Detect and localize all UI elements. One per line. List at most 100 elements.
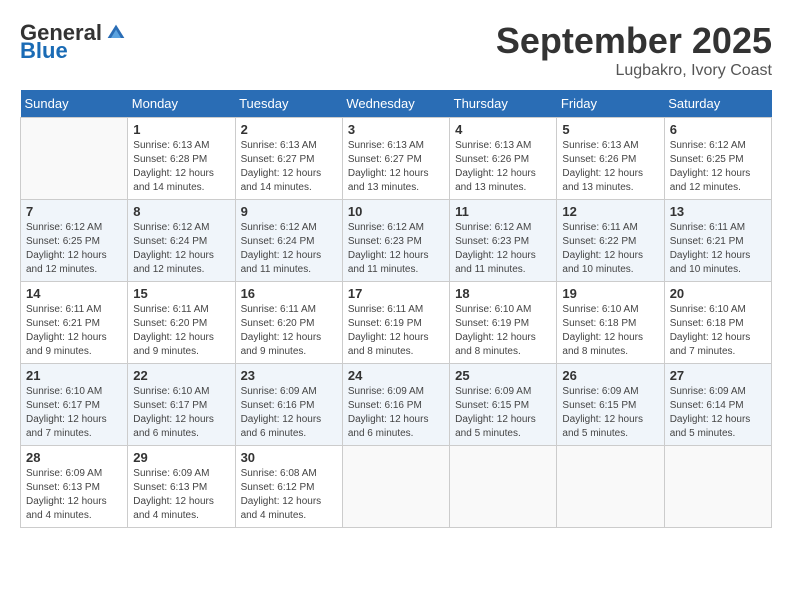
- calendar-cell: 5 Sunrise: 6:13 AM Sunset: 6:26 PM Daylig…: [557, 118, 664, 200]
- day-number: 26: [562, 368, 658, 383]
- calendar-cell: 29 Sunrise: 6:09 AM Sunset: 6:13 PM Dayli…: [128, 446, 235, 528]
- day-number: 1: [133, 122, 229, 137]
- month-title: September 2025: [496, 20, 772, 62]
- day-info: Sunrise: 6:10 AM Sunset: 6:17 PM Dayligh…: [133, 385, 229, 441]
- calendar-cell: 18 Sunrise: 6:10 AM Sunset: 6:19 PM Dayli…: [450, 282, 557, 364]
- calendar-cell: [342, 446, 449, 528]
- day-number: 9: [241, 204, 337, 219]
- day-info: Sunrise: 6:12 AM Sunset: 6:23 PM Dayligh…: [455, 221, 551, 277]
- calendar-cell: 16Sunrise: 6:11 AM Sunset: 6:20 PM Dayli…: [235, 282, 342, 364]
- day-number: 14: [26, 286, 122, 301]
- day-info: Sunrise: 6:10 AM Sunset: 6:19 PM Dayligh…: [455, 303, 551, 359]
- day-info: Sunrise: 6:10 AM Sunset: 6:18 PM Dayligh…: [670, 303, 766, 359]
- day-info: Sunrise: 6:13 AM Sunset: 6:26 PM Dayligh…: [562, 139, 658, 195]
- calendar-cell: 15Sunrise: 6:11 AM Sunset: 6:20 PM Dayli…: [128, 282, 235, 364]
- calendar-cell: 25 Sunrise: 6:09 AM Sunset: 6:15 PM Dayli…: [450, 364, 557, 446]
- header-saturday: Saturday: [664, 90, 771, 118]
- day-number: 3: [348, 122, 444, 137]
- calendar-cell: 10 Sunrise: 6:12 AM Sunset: 6:23 PM Dayli…: [342, 200, 449, 282]
- calendar-cell: 11 Sunrise: 6:12 AM Sunset: 6:23 PM Dayli…: [450, 200, 557, 282]
- calendar-cell: 3Sunrise: 6:13 AM Sunset: 6:27 PM Daylig…: [342, 118, 449, 200]
- day-number: 29: [133, 450, 229, 465]
- day-info: Sunrise: 6:12 AM Sunset: 6:24 PM Dayligh…: [241, 221, 337, 277]
- logo: General Blue: [20, 20, 126, 64]
- header-monday: Monday: [128, 90, 235, 118]
- day-info: Sunrise: 6:09 AM Sunset: 6:15 PM Dayligh…: [562, 385, 658, 441]
- day-number: 23: [241, 368, 337, 383]
- day-number: 2: [241, 122, 337, 137]
- calendar-week-row: 21 Sunrise: 6:10 AM Sunset: 6:17 PM Dayli…: [21, 364, 772, 446]
- day-number: 20: [670, 286, 766, 301]
- day-number: 5: [562, 122, 658, 137]
- day-info: Sunrise: 6:10 AM Sunset: 6:18 PM Dayligh…: [562, 303, 658, 359]
- calendar-cell: 2Sunrise: 6:13 AM Sunset: 6:27 PM Daylig…: [235, 118, 342, 200]
- logo-icon: [106, 23, 126, 43]
- calendar-cell: [450, 446, 557, 528]
- day-info: Sunrise: 6:09 AM Sunset: 6:13 PM Dayligh…: [26, 467, 122, 523]
- day-info: Sunrise: 6:12 AM Sunset: 6:25 PM Dayligh…: [670, 139, 766, 195]
- calendar-cell: 22 Sunrise: 6:10 AM Sunset: 6:17 PM Dayli…: [128, 364, 235, 446]
- day-number: 30: [241, 450, 337, 465]
- day-info: Sunrise: 6:13 AM Sunset: 6:26 PM Dayligh…: [455, 139, 551, 195]
- day-info: Sunrise: 6:09 AM Sunset: 6:15 PM Dayligh…: [455, 385, 551, 441]
- calendar-cell: 21 Sunrise: 6:10 AM Sunset: 6:17 PM Dayli…: [21, 364, 128, 446]
- day-info: Sunrise: 6:09 AM Sunset: 6:14 PM Dayligh…: [670, 385, 766, 441]
- title-section: September 2025 Lugbakro, Ivory Coast: [496, 20, 772, 80]
- day-number: 4: [455, 122, 551, 137]
- day-number: 15: [133, 286, 229, 301]
- calendar-cell: 6 Sunrise: 6:12 AM Sunset: 6:25 PM Daylig…: [664, 118, 771, 200]
- day-number: 6: [670, 122, 766, 137]
- calendar-table: SundayMondayTuesdayWednesdayThursdayFrid…: [20, 90, 772, 528]
- location-subtitle: Lugbakro, Ivory Coast: [496, 62, 772, 80]
- calendar-cell: 19Sunrise: 6:10 AM Sunset: 6:18 PM Dayli…: [557, 282, 664, 364]
- day-info: Sunrise: 6:12 AM Sunset: 6:23 PM Dayligh…: [348, 221, 444, 277]
- day-number: 17: [348, 286, 444, 301]
- day-number: 18: [455, 286, 551, 301]
- calendar-cell: 4 Sunrise: 6:13 AM Sunset: 6:26 PM Daylig…: [450, 118, 557, 200]
- day-number: 8: [133, 204, 229, 219]
- day-info: Sunrise: 6:12 AM Sunset: 6:25 PM Dayligh…: [26, 221, 122, 277]
- day-number: 10: [348, 204, 444, 219]
- calendar-week-row: 7 Sunrise: 6:12 AM Sunset: 6:25 PM Daylig…: [21, 200, 772, 282]
- day-info: Sunrise: 6:10 AM Sunset: 6:17 PM Dayligh…: [26, 385, 122, 441]
- header-thursday: Thursday: [450, 90, 557, 118]
- day-info: Sunrise: 6:11 AM Sunset: 6:21 PM Dayligh…: [670, 221, 766, 277]
- calendar-cell: 26 Sunrise: 6:09 AM Sunset: 6:15 PM Dayli…: [557, 364, 664, 446]
- calendar-header-row: SundayMondayTuesdayWednesdayThursdayFrid…: [21, 90, 772, 118]
- day-info: Sunrise: 6:13 AM Sunset: 6:28 PM Dayligh…: [133, 139, 229, 195]
- calendar-week-row: 14Sunrise: 6:11 AM Sunset: 6:21 PM Dayli…: [21, 282, 772, 364]
- day-number: 11: [455, 204, 551, 219]
- calendar-cell: [557, 446, 664, 528]
- day-number: 13: [670, 204, 766, 219]
- calendar-cell: 12Sunrise: 6:11 AM Sunset: 6:22 PM Dayli…: [557, 200, 664, 282]
- day-info: Sunrise: 6:12 AM Sunset: 6:24 PM Dayligh…: [133, 221, 229, 277]
- calendar-week-row: 28Sunrise: 6:09 AM Sunset: 6:13 PM Dayli…: [21, 446, 772, 528]
- calendar-week-row: 1 Sunrise: 6:13 AM Sunset: 6:28 PM Daylig…: [21, 118, 772, 200]
- calendar-cell: 13 Sunrise: 6:11 AM Sunset: 6:21 PM Dayli…: [664, 200, 771, 282]
- calendar-cell: [664, 446, 771, 528]
- calendar-cell: 8 Sunrise: 6:12 AM Sunset: 6:24 PM Daylig…: [128, 200, 235, 282]
- calendar-cell: 1 Sunrise: 6:13 AM Sunset: 6:28 PM Daylig…: [128, 118, 235, 200]
- day-info: Sunrise: 6:11 AM Sunset: 6:19 PM Dayligh…: [348, 303, 444, 359]
- day-info: Sunrise: 6:09 AM Sunset: 6:13 PM Dayligh…: [133, 467, 229, 523]
- day-number: 7: [26, 204, 122, 219]
- day-info: Sunrise: 6:09 AM Sunset: 6:16 PM Dayligh…: [241, 385, 337, 441]
- day-info: Sunrise: 6:08 AM Sunset: 6:12 PM Dayligh…: [241, 467, 337, 523]
- calendar-cell: 7 Sunrise: 6:12 AM Sunset: 6:25 PM Daylig…: [21, 200, 128, 282]
- calendar-cell: 14Sunrise: 6:11 AM Sunset: 6:21 PM Dayli…: [21, 282, 128, 364]
- logo-blue-text: Blue: [20, 38, 68, 64]
- day-info: Sunrise: 6:09 AM Sunset: 6:16 PM Dayligh…: [348, 385, 444, 441]
- header-friday: Friday: [557, 90, 664, 118]
- day-number: 25: [455, 368, 551, 383]
- page-header: General Blue September 2025 Lugbakro, Iv…: [20, 20, 772, 80]
- day-number: 22: [133, 368, 229, 383]
- calendar-cell: 27Sunrise: 6:09 AM Sunset: 6:14 PM Dayli…: [664, 364, 771, 446]
- calendar-cell: 20 Sunrise: 6:10 AM Sunset: 6:18 PM Dayli…: [664, 282, 771, 364]
- day-info: Sunrise: 6:11 AM Sunset: 6:22 PM Dayligh…: [562, 221, 658, 277]
- calendar-cell: [21, 118, 128, 200]
- day-info: Sunrise: 6:11 AM Sunset: 6:20 PM Dayligh…: [241, 303, 337, 359]
- header-sunday: Sunday: [21, 90, 128, 118]
- header-wednesday: Wednesday: [342, 90, 449, 118]
- day-number: 24: [348, 368, 444, 383]
- day-number: 21: [26, 368, 122, 383]
